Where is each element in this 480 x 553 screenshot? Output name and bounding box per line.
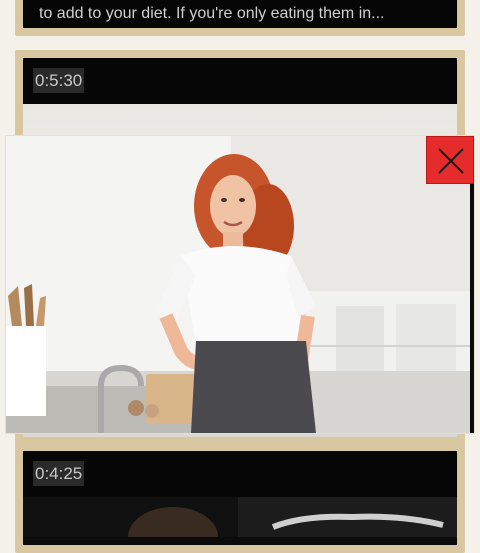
page: to add to your diet. If you're only eati… [0,0,480,553]
video-duration-badge: 0:5:30 [33,68,85,93]
video-card[interactable]: to add to your diet. If you're only eati… [15,0,465,36]
video-card-body: 0:4:25 [23,451,457,545]
video-card[interactable]: 0:4:25 [15,443,465,553]
video-duration-badge: 0:4:25 [33,461,85,486]
thumbnail-image [23,497,457,545]
video-thumbnail[interactable] [23,497,457,545]
video-card-body: to add to your diet. If you're only eati… [23,0,457,28]
popup-video-overlay[interactable] [5,135,475,434]
close-icon[interactable] [438,148,464,174]
popup-close-button[interactable] [426,136,474,184]
video-teaser-text: to add to your diet. If you're only eati… [39,5,385,22]
popup-video-frame[interactable] [6,136,470,433]
